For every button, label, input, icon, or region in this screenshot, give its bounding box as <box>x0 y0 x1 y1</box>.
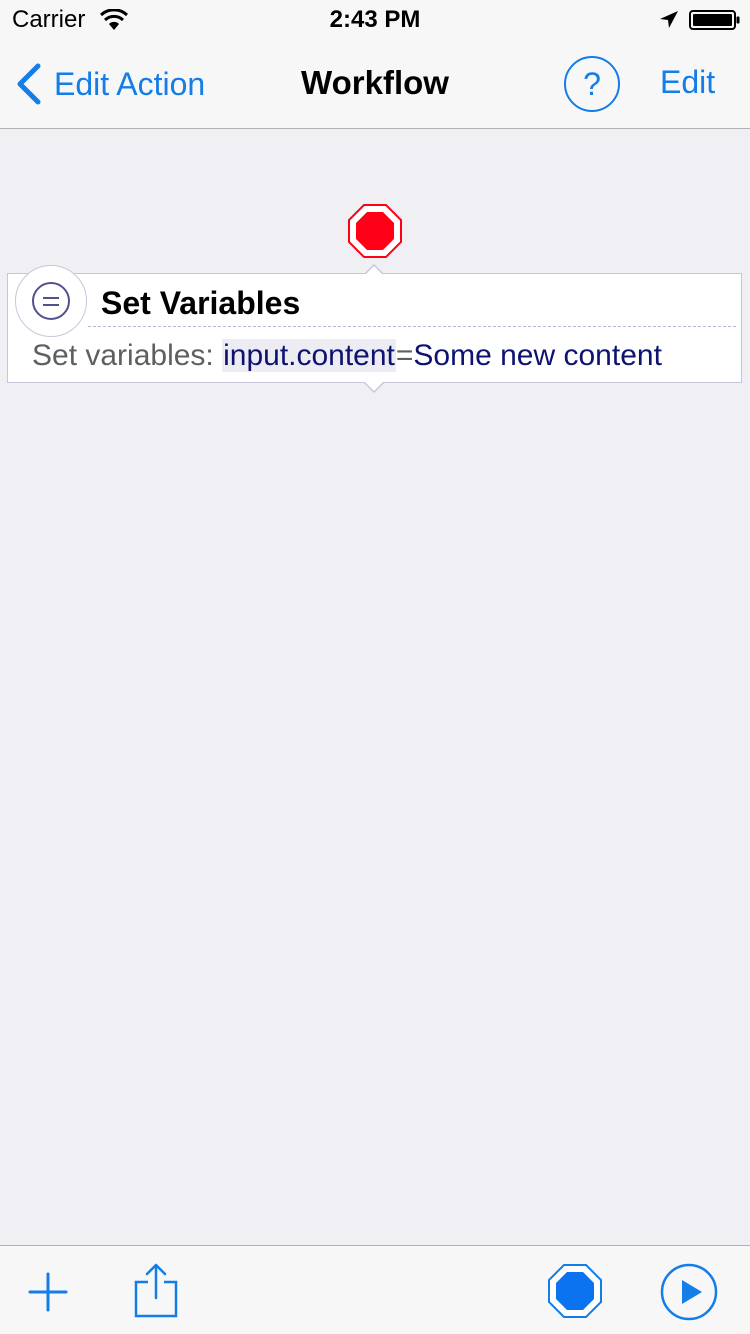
edit-button[interactable]: Edit <box>660 64 715 101</box>
stop-marker-icon[interactable] <box>347 203 403 259</box>
add-icon[interactable] <box>26 1270 70 1314</box>
variable-name-field[interactable]: input.content <box>222 339 396 372</box>
play-icon[interactable] <box>660 1263 718 1321</box>
card-connector-top-fill <box>365 266 383 275</box>
share-icon[interactable] <box>132 1262 180 1318</box>
help-button[interactable]: ? <box>564 56 620 112</box>
divider <box>88 326 736 327</box>
action-parameters: Set variables: input.content=Some new co… <box>32 339 662 373</box>
equals-sign: = <box>395 339 414 372</box>
battery-icon <box>689 10 740 30</box>
status-time: 2:43 PM <box>329 6 421 33</box>
action-title: Set Variables <box>101 285 301 321</box>
parameter-label: Set variables: <box>32 339 223 372</box>
set-variables-icon <box>32 282 70 320</box>
variable-value-field[interactable]: Some new content <box>413 339 661 372</box>
status-bar: Carrier 2:43 PM <box>0 0 750 40</box>
stop-icon[interactable] <box>547 1263 603 1319</box>
page-title: Workflow <box>301 64 449 101</box>
location-arrow-icon <box>660 11 678 28</box>
card-connector-bottom-fill <box>365 382 383 391</box>
navigation-bar: Edit Action Workflow ? Edit <box>0 40 750 129</box>
bottom-toolbar <box>0 1245 750 1334</box>
